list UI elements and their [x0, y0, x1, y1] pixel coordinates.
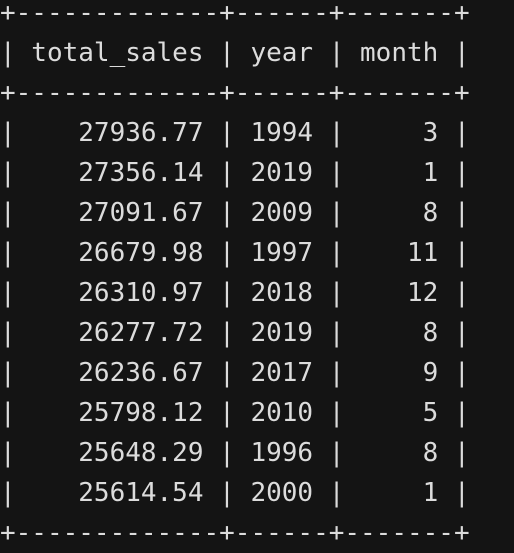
table-row: | 27091.67 | 2009 | 8 | [0, 198, 470, 228]
table-row: | 25648.29 | 1996 | 8 | [0, 438, 470, 468]
table-row: | 26310.97 | 2018 | 12 | [0, 278, 470, 308]
table-row: | 27936.77 | 1994 | 3 | [0, 118, 470, 148]
table-row: | 26277.72 | 2019 | 8 | [0, 318, 470, 348]
table-border-header: +-------------+------+-------+ [0, 78, 470, 108]
table-row: | 25798.12 | 2010 | 5 | [0, 398, 470, 428]
table-border-top: +-------------+------+-------+ [0, 0, 470, 28]
terminal-output: +-------------+------+-------+ | total_s… [0, 0, 514, 548]
table-border-bottom: +-------------+------+-------+ [0, 518, 470, 548]
table-row: | 26236.67 | 2017 | 9 | [0, 358, 470, 388]
table-row: | 26679.98 | 1997 | 11 | [0, 238, 470, 268]
table-header: | total_sales | year | month | [0, 38, 470, 68]
table-row: | 25614.54 | 2000 | 1 | [0, 478, 470, 508]
table-row: | 27356.14 | 2019 | 1 | [0, 158, 470, 188]
